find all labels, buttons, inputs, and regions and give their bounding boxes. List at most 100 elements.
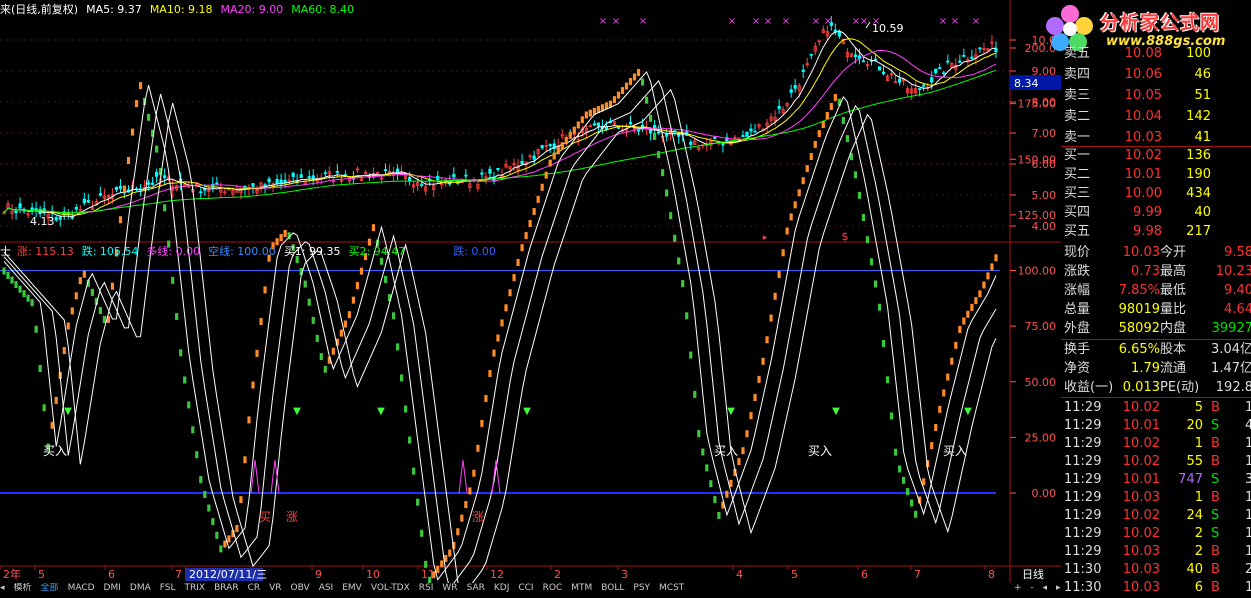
zoom-out-button[interactable]: -	[1030, 583, 1033, 593]
tick-row: 11:30 10.03 40 B 2	[1061, 560, 1251, 580]
indicator-bar	[825, 112, 829, 120]
indicator-tab[interactable]: KDJ	[494, 583, 510, 593]
order-volume: 136	[1186, 148, 1211, 163]
indicator-tab[interactable]: 全部	[41, 583, 59, 593]
stat-value: 4.64	[1224, 302, 1251, 317]
indicator-bar	[777, 271, 781, 279]
indicator-bar	[110, 282, 115, 290]
candle-body	[548, 144, 552, 147]
indicator-tab[interactable]: ROC	[543, 583, 563, 593]
indicator-bar	[893, 448, 898, 456]
indicator-tab[interactable]: RSI	[419, 583, 434, 593]
indicator-tab[interactable]: VR	[269, 583, 281, 593]
indicator-bar	[488, 370, 492, 378]
indicator-bar	[906, 488, 910, 496]
indicator-tab[interactable]: PSY	[633, 583, 650, 593]
indicator-tab[interactable]: CR	[248, 583, 261, 593]
candle-body	[604, 127, 609, 130]
chart-area[interactable]: 10.09.008.007.006.005.004.008.3410.594.1…	[0, 0, 1061, 593]
indicator-tab[interactable]: BOLL	[601, 583, 624, 593]
indicator-bar	[2, 267, 6, 275]
indicator-bar	[38, 365, 42, 373]
tab-scroll-left[interactable]: ◂	[0, 583, 5, 593]
stat-value: 9.40	[1224, 283, 1251, 298]
order-volume: 41	[1194, 130, 1211, 145]
candle-body	[464, 174, 468, 177]
indicator-bar	[685, 312, 689, 320]
indicator-tab[interactable]: BRAR	[214, 583, 238, 593]
stat-value: 39927	[1211, 321, 1251, 336]
candle-body	[488, 168, 492, 174]
indicator-tab[interactable]: FSL	[160, 583, 176, 593]
tick-count: 2	[1245, 562, 1251, 577]
indicator-bar	[552, 152, 556, 160]
indicator-tab[interactable]: WR	[442, 583, 457, 593]
candle-body	[118, 185, 123, 189]
indicator-tab[interactable]: CCI	[518, 583, 533, 593]
indicator-bar	[412, 467, 416, 475]
indicator-bar	[82, 270, 86, 278]
indicator-tab[interactable]: TRIX	[185, 583, 206, 593]
indicator-bar	[813, 140, 817, 148]
indicator-bar	[986, 272, 990, 280]
tick-row: 11:29 10.03 2 B 1	[1061, 542, 1251, 562]
tick-time: 11:29	[1064, 454, 1102, 469]
candle-body	[958, 60, 962, 63]
indicator-tab[interactable]: ASI	[319, 583, 334, 593]
candle-body	[793, 85, 797, 89]
indicator-bar	[544, 171, 548, 179]
candle-body	[275, 179, 279, 184]
signal-cross-mark: ×	[764, 16, 772, 27]
indicator-bar	[737, 458, 741, 466]
indicator-tab[interactable]: EMV	[342, 583, 362, 593]
indicator-axis-label: 175.00	[1018, 98, 1057, 111]
down-arrow-marker: ▼	[377, 406, 385, 417]
nav-left-button[interactable]: ◂	[1043, 583, 1048, 593]
indicator-tab[interactable]: OBV	[291, 583, 310, 593]
indicator-bar	[697, 430, 701, 438]
indicator-bar	[311, 316, 315, 324]
indicator-bar	[653, 132, 657, 140]
indicator-bar	[122, 185, 127, 193]
zoom-in-button[interactable]: +	[1014, 583, 1022, 593]
indicator-tab[interactable]: MACD	[68, 583, 95, 593]
buy-label: 买入	[43, 444, 67, 458]
candle-body	[877, 66, 882, 71]
indicator-tab[interactable]: DMI	[104, 583, 121, 593]
indicator-tab[interactable]: 模析	[14, 583, 32, 593]
indicator-bar	[146, 113, 151, 121]
indicator-tab[interactable]: MCST	[659, 583, 684, 593]
indicator-bar	[970, 303, 974, 311]
candle-body	[155, 172, 159, 177]
stat-label: 涨跌	[1064, 264, 1091, 279]
order-label: 买三	[1064, 186, 1091, 201]
indicator-bar	[347, 311, 351, 319]
stat-value: 3.04亿	[1211, 342, 1251, 357]
low-price-annotation: 4.13	[30, 215, 55, 228]
order-price: 10.01	[1124, 167, 1162, 182]
ma5-value: MA5: 9.37	[86, 3, 142, 16]
indicator-bar	[749, 412, 753, 420]
tab-bar-controls: + - ◂ ▸	[1014, 583, 1062, 593]
tick-price: 10.03	[1122, 490, 1160, 505]
tick-count: 1	[1245, 544, 1251, 559]
sell-order-row: 卖二 10.04 142	[1061, 107, 1251, 127]
indicator-tab[interactable]: SAR	[467, 583, 485, 593]
candle-body	[251, 183, 255, 187]
candle-body	[18, 203, 22, 209]
indicator-tab[interactable]: MTM	[571, 583, 592, 593]
candle-body	[114, 186, 119, 191]
indicator-bar	[861, 214, 866, 222]
candle-body	[163, 175, 167, 179]
indicator-bar	[857, 191, 862, 199]
indicator-mai2: 买2: 94.47	[348, 245, 406, 258]
nav-right-button[interactable]: ▸	[1056, 583, 1061, 593]
stat-label: 今开	[1160, 245, 1187, 260]
buy-order-row: 买三 10.00 434	[1061, 184, 1251, 204]
candle-body	[934, 68, 938, 74]
tick-side: B	[1211, 436, 1220, 451]
indicator-bar	[962, 317, 966, 325]
indicator-tab[interactable]: DMA	[130, 583, 151, 593]
indicator-tab[interactable]: VOL-TDX	[371, 583, 410, 593]
signal-cross-mark: ×	[752, 16, 760, 27]
